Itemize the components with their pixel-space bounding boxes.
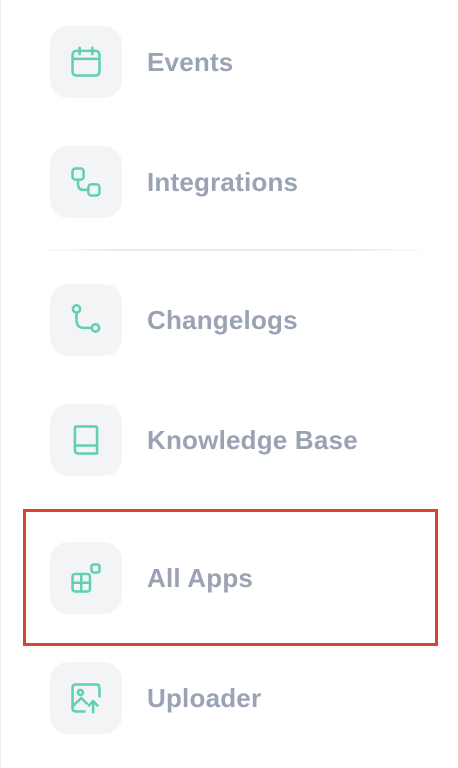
nav-item-all-apps[interactable]: All Apps	[50, 542, 430, 614]
nav-icon-container	[50, 284, 122, 356]
nav-item-knowledge-base[interactable]: Knowledge Base	[50, 404, 430, 476]
nav-item-label: Knowledge Base	[147, 424, 358, 455]
nav-item-label: Events	[147, 46, 234, 77]
calendar-icon	[71, 46, 101, 77]
image-upload-icon	[71, 683, 101, 714]
section-divider	[48, 249, 420, 251]
nav-item-changelogs[interactable]: Changelogs	[50, 284, 430, 356]
nav-item-label: Uploader	[147, 682, 262, 713]
nav-icon-container	[50, 146, 122, 218]
nav-item-integrations[interactable]: Integrations	[50, 146, 430, 218]
apps-grid-icon	[71, 563, 101, 593]
nav-icon-container	[50, 26, 122, 98]
book-icon	[73, 425, 99, 455]
nav-item-label: All Apps	[147, 562, 254, 593]
nav-icon-container	[50, 542, 122, 614]
integrations-icon	[71, 167, 101, 197]
nav-icon-container	[50, 662, 122, 734]
git-branch-icon	[71, 304, 101, 333]
nav-icon-container	[50, 404, 122, 476]
nav-item-label: Changelogs	[147, 304, 298, 335]
nav-item-uploader[interactable]: Uploader	[50, 662, 430, 734]
sidebar-left-border	[0, 0, 1, 768]
nav-item-events[interactable]: Events	[50, 26, 430, 98]
nav-item-label: Integrations	[147, 166, 299, 197]
